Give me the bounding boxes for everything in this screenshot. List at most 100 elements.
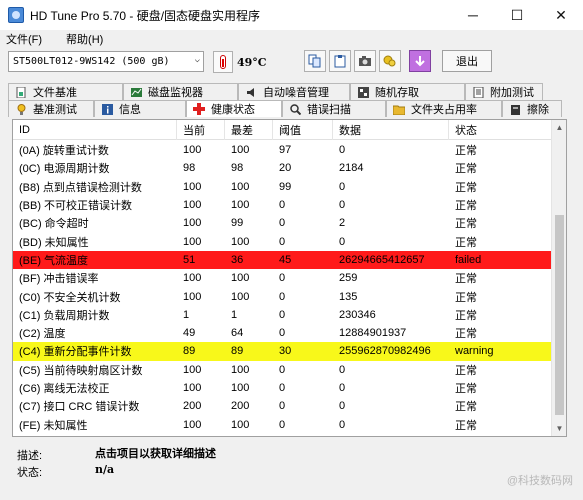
tab-label: 附加测试: [490, 87, 534, 99]
cell-data: 0: [339, 418, 346, 431]
tab-label: 信息: [119, 104, 141, 116]
status-label: 状态:: [17, 467, 43, 479]
table-row[interactable]: (C7) 接口 CRC 错误计数 200 200 0 0 正常: [13, 397, 552, 415]
cell-id: (C7) 接口 CRC 错误计数: [19, 401, 140, 414]
scroll-down-icon[interactable]: ▼: [552, 421, 566, 436]
column-header-data[interactable]: 数据: [333, 120, 449, 140]
close-button[interactable]: ✕: [539, 0, 583, 30]
tab-label: 文件基准: [33, 87, 77, 99]
tab-info[interactable]: 信息: [94, 100, 186, 117]
exit-button[interactable]: 退出: [442, 50, 492, 72]
cell-id: (C5) 当前待映射扇区计数: [19, 364, 143, 377]
column-header-current[interactable]: 当前: [177, 120, 225, 140]
table-row[interactable]: (C0) 不安全关机计数 100 100 0 135 正常: [13, 287, 552, 305]
smart-table-panel: ID 当前 最差 阈值 数据 状态 (0A) 旋转重试计数 100 100 97 0 正常…: [12, 119, 567, 437]
cell-status: 正常: [455, 309, 477, 322]
cell-threshold: 0: [279, 217, 286, 230]
table-row[interactable]: (FE) 未知属性 100 100 0 0 正常: [13, 415, 552, 433]
tab-aam[interactable]: 自动噪音管理: [238, 83, 350, 100]
cell-status: 正常: [455, 181, 477, 194]
minimize-button[interactable]: ─: [451, 0, 495, 30]
cell-id: (FE) 未知属性: [19, 419, 88, 432]
cell-status: 正常: [455, 383, 477, 395]
tab-erase[interactable]: 擦除: [502, 100, 562, 117]
maximize-button[interactable]: ☐: [495, 0, 539, 30]
tab-folder-usage[interactable]: 文件夹占用率: [386, 100, 502, 117]
cell-worst: 100: [231, 235, 250, 248]
disk-monitor-icon: [130, 86, 142, 98]
table-row[interactable]: (BB) 不可校正错误计数 100 100 0 0 正常: [13, 196, 552, 214]
column-header-threshold[interactable]: 阈值: [273, 120, 333, 140]
cell-threshold: 0: [279, 363, 286, 376]
cell-id: (0A) 旋转重试计数: [19, 145, 109, 158]
cell-status: 正常: [455, 364, 477, 377]
column-header-status[interactable]: 状态: [449, 120, 552, 140]
cell-worst: 1: [231, 308, 238, 321]
benchmark-icon: [15, 103, 27, 115]
table-row[interactable]: (0C) 电源周期计数 98 98 20 2184 正常: [13, 159, 552, 177]
file-benchmark-icon: [15, 86, 27, 98]
cell-data: 135: [339, 290, 358, 303]
scrollbar-thumb[interactable]: [555, 215, 564, 415]
copy-icon: [308, 54, 321, 68]
table-row[interactable]: (C4) 重新分配事件计数 89 89 30 255962870982496 warnin…: [13, 342, 552, 361]
scroll-up-icon[interactable]: ▲: [552, 120, 566, 135]
cell-id: (BC) 命令超时: [19, 218, 89, 231]
menu-file[interactable]: 文件(F): [6, 31, 42, 47]
table-row[interactable]: (C1) 负载周期计数 1 1 0 230346 正常: [13, 306, 552, 324]
cell-current: 200: [183, 400, 202, 413]
tab-row-top: 文件基准 磁盘监视器 自动噪音管理 随机存取 附加测试: [8, 83, 543, 100]
status-value: n/a: [95, 463, 115, 476]
info-icon: [101, 103, 113, 115]
table-row[interactable]: (BE) 气流温度 51 36 45 26294665412657 failed: [13, 250, 552, 270]
cell-threshold: 0: [279, 327, 286, 340]
tab-health[interactable]: 健康状态: [186, 100, 282, 117]
cell-status: 正常: [455, 163, 477, 176]
cell-data: 2: [339, 217, 346, 230]
cell-status: 正常: [455, 200, 477, 213]
column-header-id[interactable]: ID: [13, 120, 177, 140]
tab-benchmark[interactable]: 基准测试: [8, 100, 94, 117]
tab-disk-monitor[interactable]: 磁盘监视器: [123, 83, 238, 100]
tab-file-benchmark[interactable]: 文件基准: [8, 83, 123, 100]
health-icon: [193, 103, 205, 115]
options-icon: [383, 55, 396, 67]
table-row[interactable]: (C5) 当前待映射扇区计数 100 100 0 0 正常: [13, 361, 552, 379]
tab-label: 磁盘监视器: [148, 87, 203, 99]
copy-all-button[interactable]: [329, 50, 351, 72]
cell-status: warning: [455, 345, 494, 358]
table-row[interactable]: (B8) 点到点错误检测计数 100 100 99 0 正常: [13, 178, 552, 196]
erase-icon: [509, 103, 521, 115]
cell-current: 100: [183, 235, 202, 248]
column-header-worst[interactable]: 最差: [225, 120, 273, 140]
vertical-scrollbar[interactable]: ▲ ▼: [551, 120, 566, 436]
options-button[interactable]: [379, 50, 401, 72]
clipboard-icon: [334, 55, 346, 68]
screenshot-button[interactable]: [354, 50, 376, 72]
tab-extra-tests[interactable]: 附加测试: [465, 83, 543, 100]
tab-label: 基准测试: [33, 104, 77, 116]
table-row[interactable]: (BC) 命令超时 100 99 0 2 正常: [13, 214, 552, 232]
cell-data: 0: [339, 382, 346, 394]
cell-data: 26294665412657: [339, 253, 425, 266]
table-row[interactable]: (BD) 未知属性 100 100 0 0 正常: [13, 232, 552, 250]
table-row[interactable]: (C2) 温度 49 64 0 12884901937 正常: [13, 324, 552, 342]
drive-select[interactable]: ST500LT012-9WS142 (500 gB) ⌵: [8, 51, 204, 72]
table-row[interactable]: (BF) 冲击错误率 100 100 0 259 正常: [13, 269, 552, 287]
tab-random-access[interactable]: 随机存取: [350, 83, 465, 100]
table-row[interactable]: (0A) 旋转重试计数 100 100 97 0 正常: [13, 141, 552, 159]
tab-label: 文件夹占用率: [411, 104, 477, 116]
cell-current: 100: [183, 418, 202, 431]
cell-data: 12884901937: [339, 327, 407, 340]
error-scan-icon: [289, 103, 301, 115]
tab-error-scan[interactable]: 错误扫描: [282, 100, 386, 117]
toolbar: ST500LT012-9WS142 (500 gB) ⌵ 49°C 退出: [0, 48, 583, 76]
menu-help[interactable]: 帮助(H): [66, 31, 103, 47]
table-row[interactable]: (C6) 离线无法校正 100 100 0 0 正常: [13, 379, 552, 397]
camera-icon: [359, 56, 371, 66]
copy-info-button[interactable]: [304, 50, 326, 72]
cell-threshold: 0: [279, 290, 286, 303]
save-button[interactable]: [409, 50, 431, 72]
description-value: 点击项目以获取详细描述: [95, 447, 216, 460]
tab-label: 擦除: [527, 104, 549, 116]
